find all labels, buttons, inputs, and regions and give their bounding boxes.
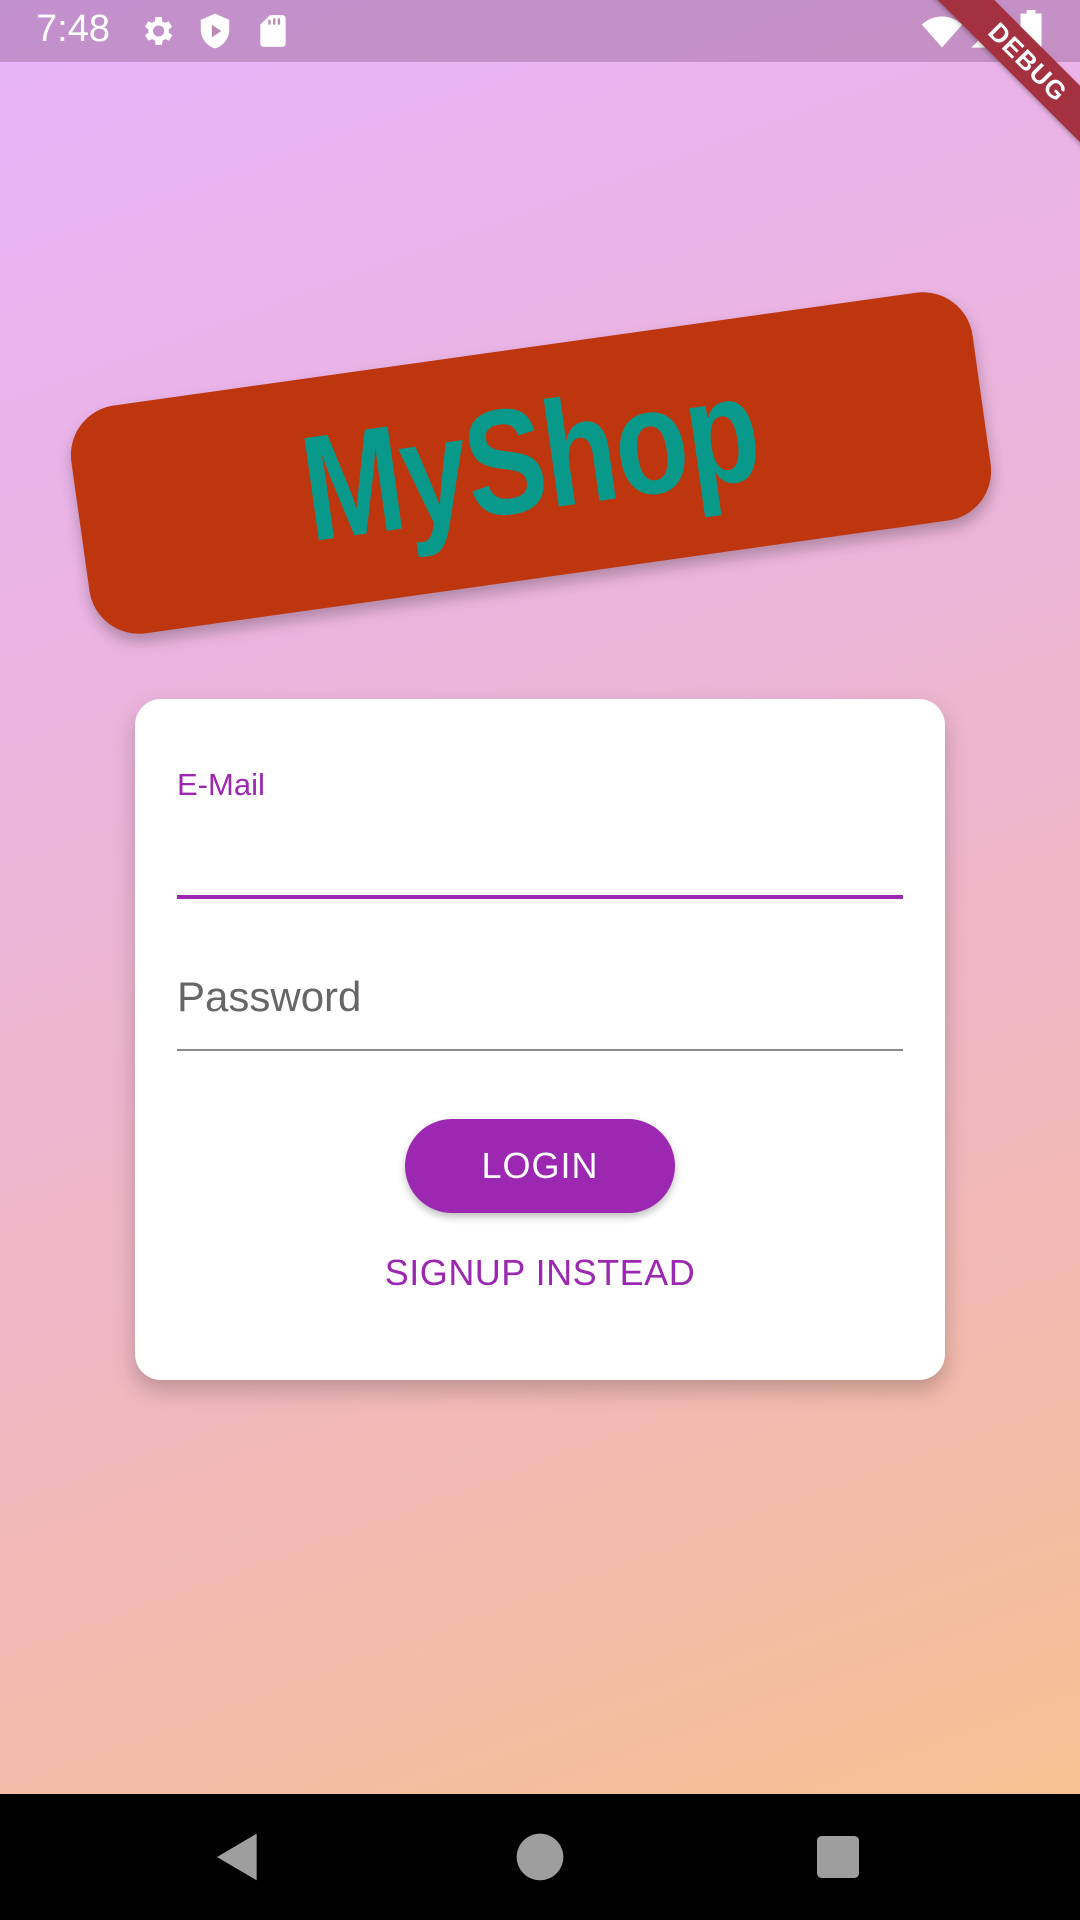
shield-play-icon	[200, 13, 230, 49]
email-field[interactable]: E-Mail	[177, 759, 903, 899]
email-label: E-Mail	[177, 767, 265, 802]
auth-card: E-Mail Password LOGIN SIGNUP INSTEAD	[135, 699, 945, 1380]
email-underline	[177, 895, 903, 899]
email-input[interactable]	[177, 839, 903, 899]
recents-icon[interactable]	[810, 1829, 866, 1885]
login-button[interactable]: LOGIN	[405, 1119, 675, 1213]
signup-instead-button[interactable]: SIGNUP INSTEAD	[135, 1252, 945, 1294]
login-screen: 7:48 DEBUG MyShop E-Mail Password LOGIN …	[0, 0, 1080, 1920]
password-underline	[177, 1049, 903, 1051]
back-icon[interactable]	[210, 1829, 266, 1885]
logo-badge: MyShop	[64, 285, 998, 641]
navigation-bar	[0, 1794, 1080, 1920]
logo-text: MyShop	[292, 342, 769, 573]
status-time: 7:48	[36, 8, 110, 50]
password-input[interactable]	[177, 991, 903, 1051]
status-bar: 7:48	[0, 0, 1080, 62]
home-icon[interactable]	[512, 1829, 568, 1885]
password-field[interactable]: Password	[177, 929, 903, 1051]
settings-icon	[144, 17, 173, 45]
sd-card-icon	[260, 15, 286, 47]
